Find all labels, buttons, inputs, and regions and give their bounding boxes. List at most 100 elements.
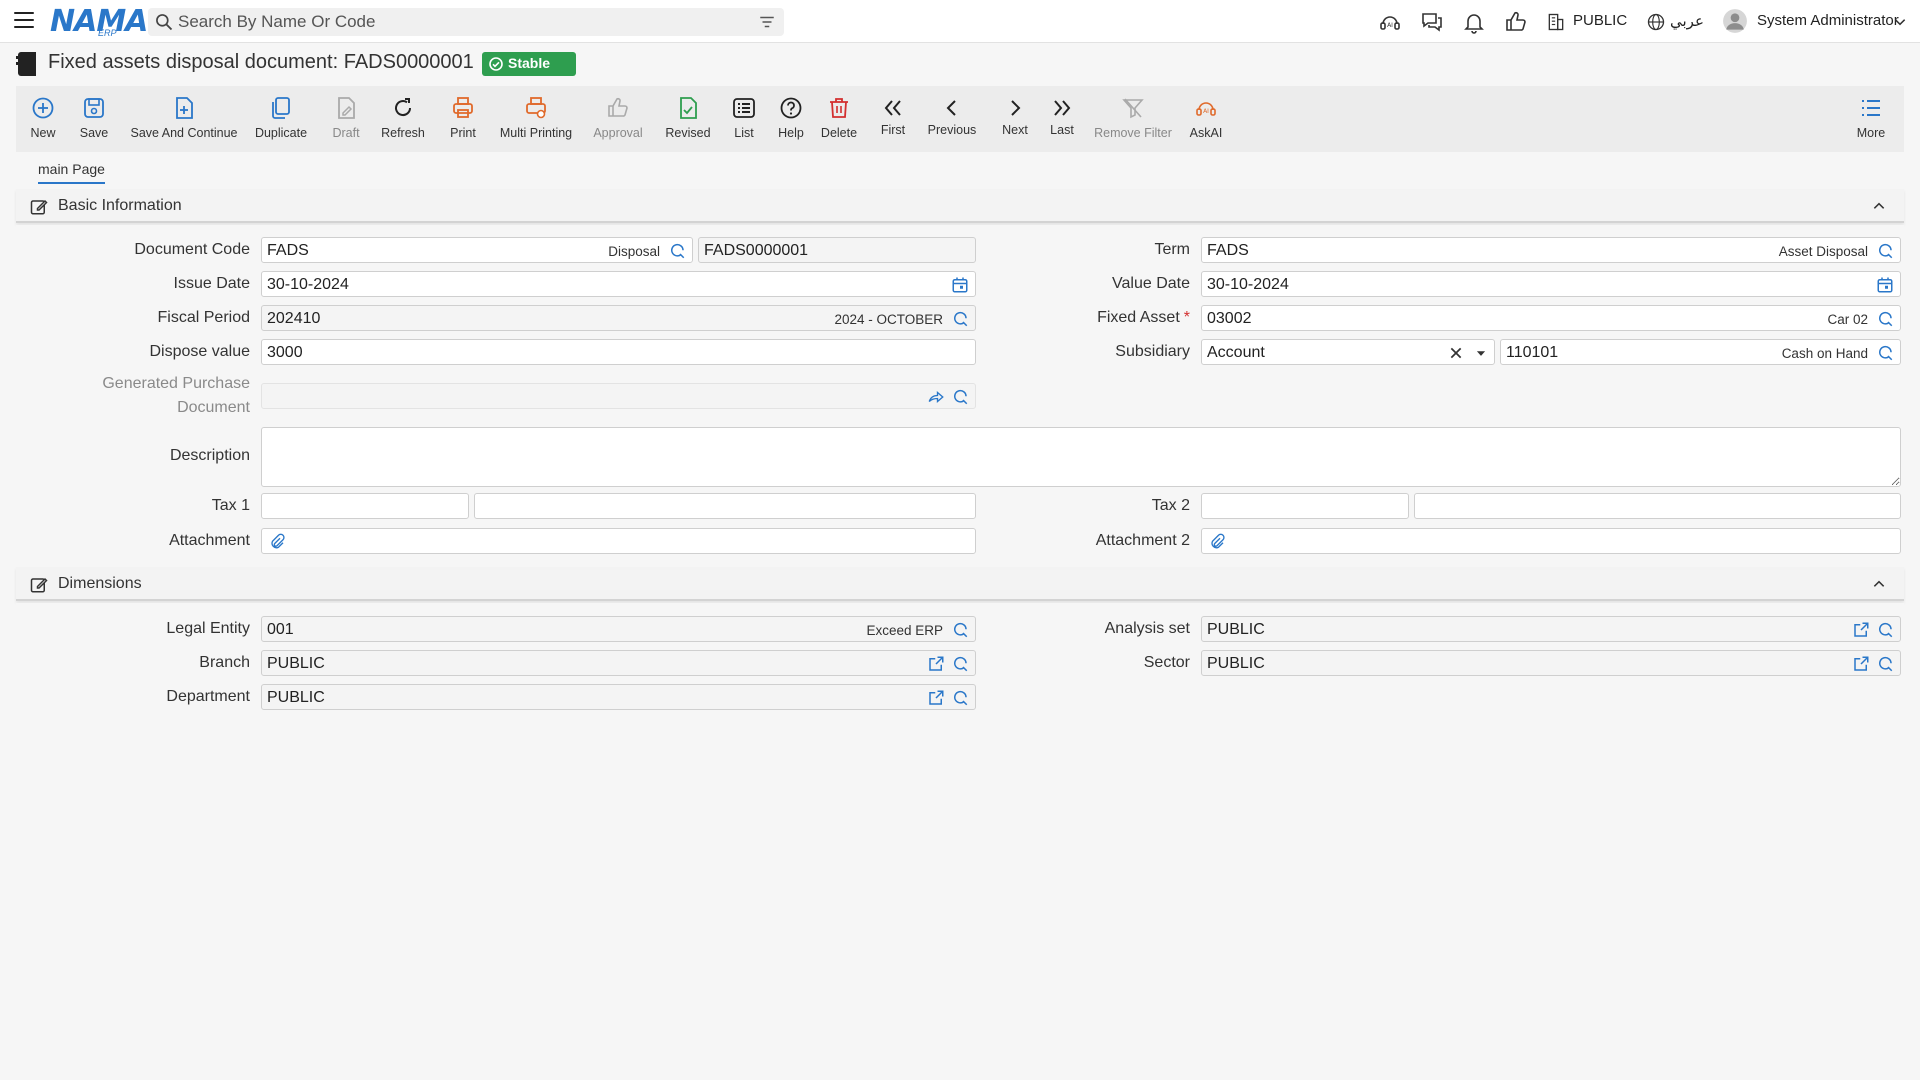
fixed-asset-field[interactable]: 03002 Car 02 xyxy=(1201,305,1901,331)
lookup-icon[interactable] xyxy=(1876,310,1894,328)
lookup-icon[interactable] xyxy=(1876,242,1894,260)
lookup-icon[interactable] xyxy=(951,655,969,673)
new-button[interactable]: New xyxy=(22,86,64,152)
approval-button[interactable]: Approval xyxy=(588,86,648,152)
refresh-icon xyxy=(395,98,412,117)
ai-assistant-icon[interactable]: AI xyxy=(1378,10,1402,34)
filter-remove-icon xyxy=(1122,98,1144,119)
company-icon[interactable] xyxy=(1546,10,1566,34)
lookup-icon[interactable] xyxy=(951,388,969,406)
thumbs-up-icon[interactable] xyxy=(1504,10,1528,34)
share-icon[interactable] xyxy=(927,388,945,406)
external-link-icon[interactable] xyxy=(927,689,945,707)
revised-button[interactable]: Revised xyxy=(662,86,714,152)
tax2-code-field[interactable] xyxy=(1201,493,1409,519)
attachment2-field[interactable] xyxy=(1201,528,1901,554)
dispose-value-field[interactable]: 3000 xyxy=(261,339,976,365)
first-button[interactable]: First xyxy=(874,86,912,152)
document-number-value: FADS0000001 xyxy=(704,242,809,259)
external-link-icon[interactable] xyxy=(1852,655,1870,673)
calendar-icon[interactable] xyxy=(951,276,969,294)
previous-button[interactable]: Previous xyxy=(922,86,982,152)
language-switch[interactable]: عربي xyxy=(1670,12,1704,30)
list-button[interactable]: List xyxy=(726,86,762,152)
more-button[interactable]: More xyxy=(1852,86,1890,152)
search-icon[interactable] xyxy=(154,12,174,32)
draft-icon xyxy=(338,97,355,119)
app-logo[interactable]: NAMA ERP xyxy=(50,4,148,39)
last-button[interactable]: Last xyxy=(1044,86,1080,152)
lookup-icon[interactable] xyxy=(951,621,969,639)
subsidiary-account-field[interactable]: 110101 Cash on Hand xyxy=(1500,339,1901,365)
chevron-right-icon xyxy=(1011,100,1021,116)
trash-icon xyxy=(830,98,848,118)
chevron-left-icon xyxy=(946,100,956,116)
value-date-field[interactable]: 30-10-2024 xyxy=(1201,271,1901,297)
next-button[interactable]: Next xyxy=(996,86,1034,152)
analysis-set-field[interactable]: PUBLIC xyxy=(1201,616,1901,642)
remove-filter-button[interactable]: Remove Filter xyxy=(1094,86,1172,152)
chevron-up-icon[interactable] xyxy=(1872,577,1886,591)
sector-field[interactable]: PUBLIC xyxy=(1201,650,1901,676)
search-input[interactable] xyxy=(178,11,738,33)
tax2-value-field[interactable] xyxy=(1414,493,1901,519)
tax1-value-field[interactable] xyxy=(474,493,976,519)
lookup-icon[interactable] xyxy=(1876,655,1894,673)
paperclip-icon[interactable] xyxy=(1208,533,1226,551)
chat-icon[interactable] xyxy=(1420,10,1444,34)
tax1-code-field[interactable] xyxy=(261,493,469,519)
globe-icon[interactable] xyxy=(1646,10,1666,34)
document-code-field[interactable]: FADS Disposal xyxy=(261,237,693,263)
attachment-field[interactable] xyxy=(261,528,976,554)
lookup-icon[interactable] xyxy=(1876,344,1894,362)
help-button[interactable]: Help xyxy=(772,86,810,152)
lookup-icon[interactable] xyxy=(668,242,686,260)
avatar[interactable] xyxy=(1722,8,1748,34)
filter-icon[interactable] xyxy=(758,13,776,31)
chevron-up-icon[interactable] xyxy=(1872,199,1886,213)
term-field[interactable]: FADS Asset Disposal xyxy=(1201,237,1901,263)
lookup-icon[interactable] xyxy=(951,310,969,328)
lookup-icon[interactable] xyxy=(1876,621,1894,639)
description-textarea[interactable] xyxy=(261,427,1901,487)
caret-down-icon[interactable] xyxy=(1474,346,1488,360)
duplicate-button[interactable]: Duplicate xyxy=(252,86,310,152)
multi-printing-button[interactable]: Multi Printing xyxy=(494,86,578,152)
external-link-icon[interactable] xyxy=(1852,621,1870,639)
branch-label: Branch xyxy=(199,654,250,671)
calendar-icon[interactable] xyxy=(1876,276,1894,294)
value-date-label: Value Date xyxy=(1112,275,1190,292)
help-icon xyxy=(780,97,802,119)
clear-icon[interactable] xyxy=(1448,345,1464,361)
branch-field[interactable]: PUBLIC xyxy=(261,650,976,676)
paperclip-icon[interactable] xyxy=(268,533,286,551)
tab-main-page[interactable]: main Page xyxy=(38,161,105,184)
subsidiary-type-select[interactable]: Account xyxy=(1201,339,1495,365)
value-date-value: 30-10-2024 xyxy=(1207,276,1289,293)
save-button[interactable]: Save xyxy=(72,86,116,152)
external-link-icon[interactable] xyxy=(927,655,945,673)
page-title: Fixed assets disposal document: FADS0000… xyxy=(48,51,474,73)
delete-button[interactable]: Delete xyxy=(818,86,860,152)
page-tabs: main Page xyxy=(16,154,1904,186)
save-and-continue-button[interactable]: Save And Continue xyxy=(128,86,240,152)
issue-date-field[interactable]: 30-10-2024 xyxy=(261,271,976,297)
draft-button[interactable]: Draft xyxy=(326,86,366,152)
refresh-button[interactable]: Refresh xyxy=(378,86,428,152)
section-header-dimensions[interactable]: Dimensions xyxy=(16,567,1904,601)
print-button[interactable]: Print xyxy=(442,86,484,152)
company-label[interactable]: PUBLIC xyxy=(1573,12,1627,29)
menu-icon[interactable] xyxy=(14,12,34,30)
legal-entity-field[interactable]: 001 Exceed ERP xyxy=(261,616,976,642)
department-field[interactable]: PUBLIC xyxy=(261,684,976,710)
section-header-basic-information[interactable]: Basic Information xyxy=(16,189,1904,223)
document-number-field[interactable]: FADS0000001 xyxy=(698,237,976,263)
generated-purchase-field[interactable] xyxy=(261,383,976,409)
lookup-icon[interactable] xyxy=(951,689,969,707)
bell-icon[interactable] xyxy=(1462,10,1486,34)
chevron-down-icon[interactable] xyxy=(1893,15,1907,29)
user-name[interactable]: System Administrator xyxy=(1757,12,1899,29)
askai-button[interactable]: AI AskAI xyxy=(1184,86,1228,152)
fiscal-period-field[interactable]: 202410 2024 - OCTOBER xyxy=(261,305,976,331)
list-icon xyxy=(733,98,755,118)
